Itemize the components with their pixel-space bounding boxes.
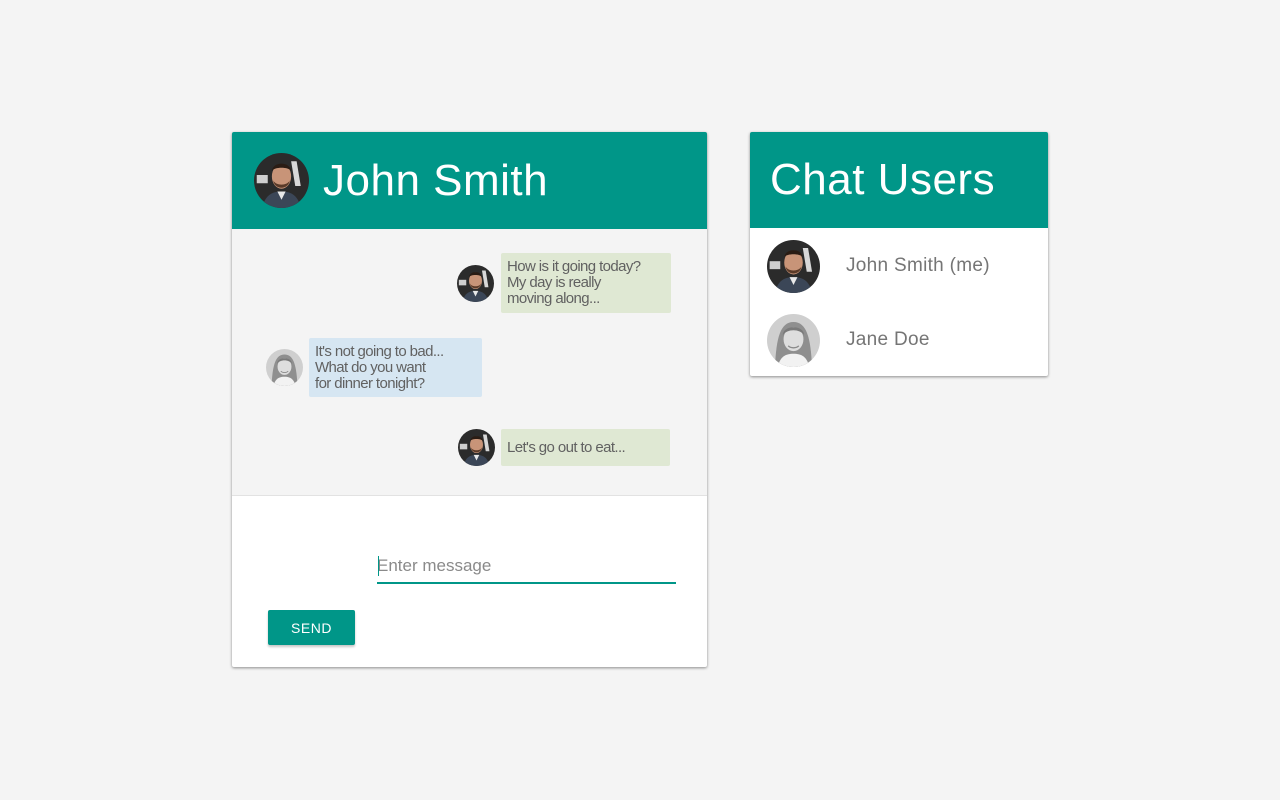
chat-users-panel: Chat Users John Smith (me) Jane Doe — [750, 132, 1048, 376]
message-list: How is it going today? My day is really … — [232, 229, 707, 496]
user-list-item[interactable]: Jane Doe — [750, 303, 1048, 376]
jane-doe-avatar — [767, 313, 820, 367]
send-button[interactable]: SEND — [268, 610, 355, 645]
user-list-item[interactable]: John Smith (me) — [750, 229, 1048, 303]
message-bubble: Let's go out to eat... — [501, 429, 670, 466]
message-item: How is it going today? My day is really … — [457, 253, 671, 313]
message-item: Let's go out to eat... — [458, 429, 670, 466]
user-name: Jane Doe — [846, 329, 930, 350]
user-name: John Smith (me) — [846, 255, 990, 276]
john-smith-avatar — [458, 429, 495, 466]
users-title: Chat Users — [770, 155, 996, 204]
message-composer: SEND — [232, 496, 707, 667]
message-item: It's not going to bad... What do you wan… — [266, 338, 482, 397]
user-list: John Smith (me) Jane Doe — [750, 229, 1048, 376]
john-smith-avatar — [457, 264, 494, 302]
chat-panel: John Smith How is it going today? My day… — [232, 132, 707, 667]
john-smith-avatar — [254, 153, 309, 208]
jane-doe-avatar — [266, 349, 303, 386]
message-input[interactable] — [377, 552, 676, 584]
chat-title: John Smith — [323, 155, 549, 205]
users-header: Chat Users — [750, 132, 1048, 228]
message-bubble: It's not going to bad... What do you wan… — [309, 338, 482, 397]
message-bubble: How is it going today? My day is really … — [501, 253, 671, 313]
john-smith-avatar — [767, 239, 820, 293]
chat-header: John Smith — [232, 132, 707, 229]
text-cursor — [378, 556, 379, 576]
